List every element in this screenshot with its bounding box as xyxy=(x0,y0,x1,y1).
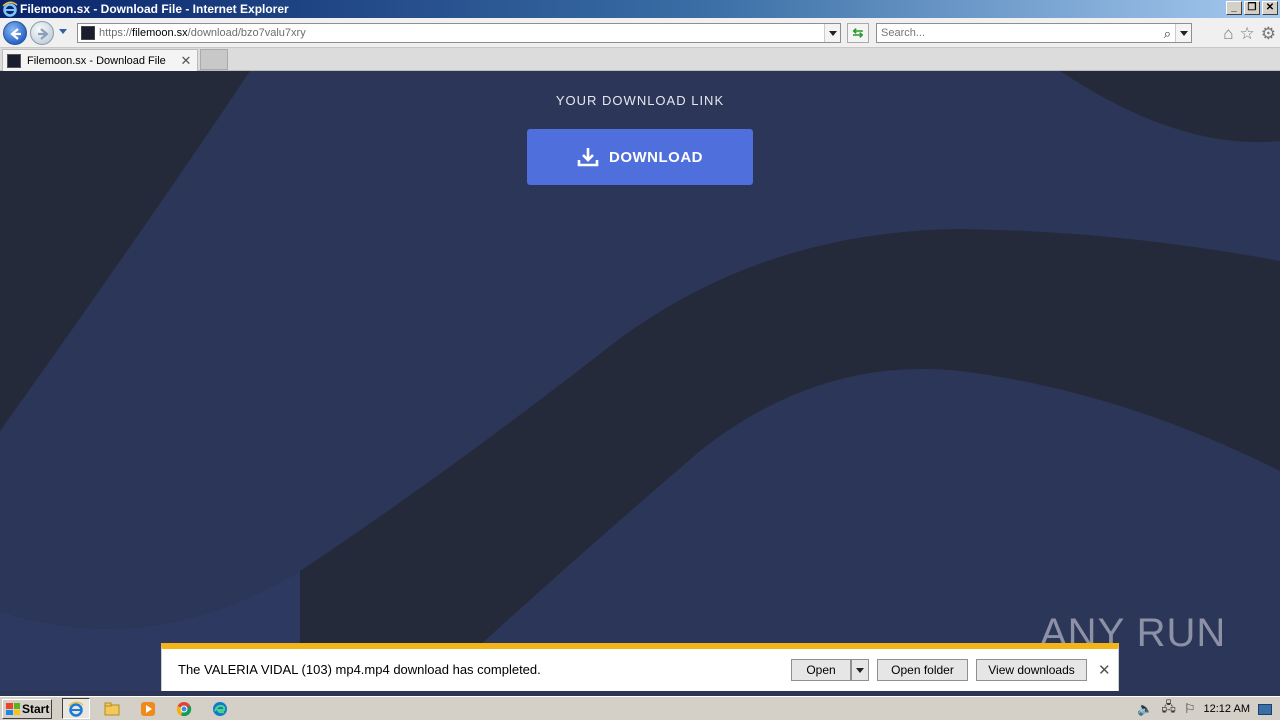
address-bar[interactable]: https://filemoon.sx/download/bzo7valu7xr… xyxy=(77,23,841,43)
new-tab-button[interactable] xyxy=(200,49,228,70)
internet-explorer-icon[interactable] xyxy=(62,698,90,719)
network-icon[interactable]: 🖧 xyxy=(1161,698,1176,720)
search-dropdown-button[interactable] xyxy=(1175,24,1191,42)
address-url[interactable]: https://filemoon.sx/download/bzo7valu7xr… xyxy=(99,27,306,39)
open-dropdown-button[interactable] xyxy=(851,659,869,681)
site-favicon-icon xyxy=(81,26,95,40)
back-button[interactable] xyxy=(3,21,27,45)
search-icon[interactable]: ⌕ xyxy=(1164,26,1171,42)
forward-button[interactable] xyxy=(30,21,54,45)
page-content: YOUR DOWNLOAD LINK DOWNLOAD ANY RUN xyxy=(0,71,1280,691)
show-desktop-icon[interactable] xyxy=(1258,703,1272,715)
search-box[interactable]: ⌕ xyxy=(876,23,1192,43)
tab-close-icon[interactable]: ✕ xyxy=(179,53,193,69)
refresh-icon: ⇆ xyxy=(852,25,864,40)
open-folder-button[interactable]: Open folder xyxy=(877,659,968,681)
view-downloads-button[interactable]: View downloads xyxy=(976,659,1087,681)
speaker-icon[interactable]: 🔈 xyxy=(1137,701,1153,717)
tab-filemoon[interactable]: Filemoon.sx - Download File ✕ xyxy=(2,49,198,71)
window-title: Filemoon.sx - Download File - Internet E… xyxy=(20,2,289,16)
window-titlebar: Filemoon.sx - Download File - Internet E… xyxy=(0,0,1280,18)
system-tray: 🔈 🖧 ⚐ 12:12 AM xyxy=(1137,699,1280,719)
tab-favicon-icon xyxy=(7,53,21,68)
close-button[interactable]: ✕ xyxy=(1262,1,1278,15)
forward-icon xyxy=(38,28,49,40)
favorites-star-icon[interactable]: ☆ xyxy=(1240,24,1255,44)
notification-close-icon[interactable]: ✕ xyxy=(1098,661,1111,679)
restore-button[interactable]: ❐ xyxy=(1244,1,1260,15)
chrome-icon[interactable] xyxy=(170,698,198,719)
edge-icon[interactable] xyxy=(206,698,234,719)
taskbar-apps xyxy=(62,698,234,719)
start-button[interactable]: Start xyxy=(2,699,52,719)
download-button-label: DOWNLOAD xyxy=(609,148,703,166)
clock[interactable]: 12:12 AM xyxy=(1204,703,1250,715)
download-button[interactable]: DOWNLOAD xyxy=(527,129,753,185)
download-notification-bar: The VALERIA VIDAL (103) mp4.mp4 download… xyxy=(161,643,1119,691)
history-dropdown-icon[interactable] xyxy=(59,29,67,34)
window-controls: _ ❐ ✕ xyxy=(1226,1,1278,15)
notification-message: The VALERIA VIDAL (103) mp4.mp4 download… xyxy=(178,662,541,677)
toolbar-icons: ⌂ ☆ ⚙ xyxy=(1223,24,1276,44)
windows-logo-icon xyxy=(6,703,20,715)
settings-gear-icon[interactable]: ⚙ xyxy=(1261,24,1276,44)
taskbar: Start 🔈 🖧 ⚐ 12:12 AM xyxy=(0,696,1280,720)
action-center-flag-icon[interactable]: ⚐ xyxy=(1184,701,1196,717)
file-explorer-icon[interactable] xyxy=(98,698,126,719)
download-heading: YOUR DOWNLOAD LINK xyxy=(555,93,725,108)
back-icon xyxy=(10,28,21,40)
internet-explorer-icon xyxy=(2,1,18,17)
refresh-button[interactable]: ⇆ xyxy=(847,23,869,43)
minimize-button[interactable]: _ xyxy=(1226,1,1242,15)
tab-bar: Filemoon.sx - Download File ✕ xyxy=(0,48,1280,71)
home-icon[interactable]: ⌂ xyxy=(1223,24,1233,44)
tab-label: Filemoon.sx - Download File xyxy=(27,54,166,67)
navigation-bar: https://filemoon.sx/download/bzo7valu7xr… xyxy=(0,18,1280,48)
download-icon xyxy=(577,148,599,167)
open-button[interactable]: Open xyxy=(791,659,851,681)
start-label: Start xyxy=(22,702,50,716)
media-player-icon[interactable] xyxy=(134,698,162,719)
address-dropdown-button[interactable] xyxy=(824,24,840,42)
search-input[interactable] xyxy=(877,24,1147,42)
